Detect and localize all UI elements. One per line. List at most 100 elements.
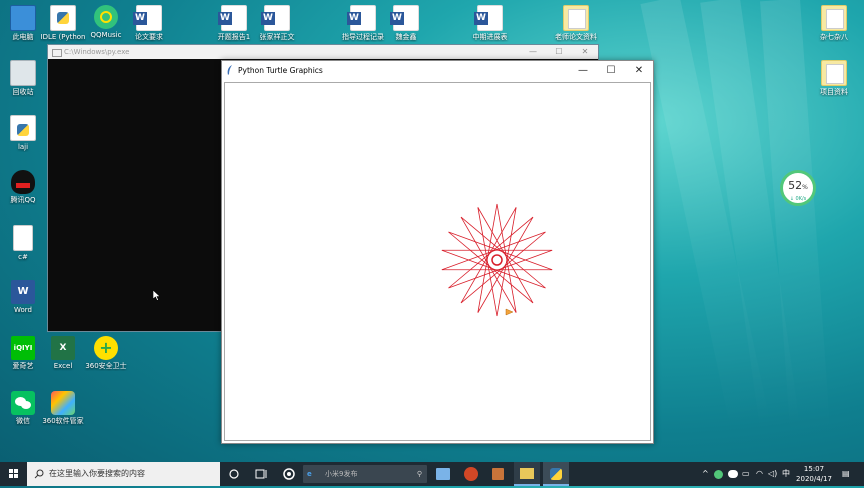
desktop-icon-zhongqi[interactable]: 中期进展表	[467, 5, 513, 42]
network-percent-unit: %	[802, 184, 808, 191]
desktop-icon-lunwen-yaoqiu[interactable]: 论文要求	[126, 5, 172, 42]
star-stroke	[460, 231, 546, 304]
close-button[interactable]: ✕	[625, 61, 653, 80]
desktop-icon-label: 论文要求	[135, 33, 163, 41]
desktop-icon-laji[interactable]: laji	[0, 115, 46, 152]
folder-doc-icon	[563, 5, 589, 31]
browser-search-box[interactable]: e 小米9发布 ⚲	[303, 465, 427, 483]
360-software-icon	[51, 391, 75, 415]
windows-logo-icon	[9, 469, 18, 478]
desktop-icon-qqmusic[interactable]: QQMusic	[83, 5, 129, 40]
network-speed-widget[interactable]: 52% ↓ 0K/s	[780, 170, 816, 206]
console-app-icon	[52, 49, 62, 57]
folder-doc-icon	[821, 60, 847, 86]
taskbar-app-python[interactable]	[543, 462, 569, 486]
mouse-cursor	[153, 290, 160, 301]
taskbar-app-colorful[interactable]	[279, 462, 299, 486]
iqiyi-icon: iQIYI	[11, 336, 35, 360]
task-view-button[interactable]	[252, 462, 270, 486]
python-file-icon	[10, 115, 36, 141]
python-icon	[550, 468, 562, 480]
taskbar-app-explorer[interactable]	[514, 462, 540, 486]
tray-battery-icon[interactable]: ▭	[742, 462, 750, 486]
desktop-icon-label: laji	[17, 143, 29, 151]
desktop-icon-zhengwen[interactable]: 张家祥正文	[254, 5, 300, 42]
close-button[interactable]: ✕	[572, 45, 598, 59]
tray-wifi-icon[interactable]: ◠	[756, 462, 763, 486]
desktop-icon-label: 中期进展表	[472, 33, 508, 41]
search-placeholder: 在这里输入你要搜索的内容	[49, 469, 145, 478]
desktop-icon-label: 张家祥正文	[259, 33, 295, 41]
tray-ime-indicator[interactable]: 中	[782, 462, 790, 486]
taskbar-app-books[interactable]	[492, 468, 504, 480]
notification-icon[interactable]: ▤	[842, 462, 850, 486]
desktop-icon-recycle-bin[interactable]: 回收站	[0, 60, 46, 97]
cortana-icon	[229, 469, 239, 479]
desktop-icon-weijinxin[interactable]: 魏金鑫	[383, 5, 429, 42]
word-doc-icon	[261, 5, 290, 31]
tray-chevron-icon[interactable]: ^	[702, 462, 709, 486]
tray-volume-icon[interactable]: ◁)	[768, 462, 777, 486]
search-icon	[34, 469, 44, 479]
turtle-cursor-icon	[505, 308, 514, 316]
idle-icon	[50, 5, 76, 31]
turtle-title: Python Turtle Graphics	[238, 66, 323, 75]
maximize-button[interactable]: ☐	[546, 45, 572, 59]
minimize-button[interactable]: —	[520, 45, 546, 59]
feather-icon	[227, 65, 232, 75]
console-titlebar[interactable]: C:\Windows\py.exe — ☐ ✕	[48, 45, 598, 59]
desktop-icon-idle[interactable]: IDLE (Python	[40, 5, 86, 42]
word-doc-icon	[390, 5, 419, 31]
computer-icon	[10, 5, 36, 31]
wechat-icon	[11, 391, 35, 415]
360-safe-icon: +	[94, 336, 118, 360]
start-button[interactable]	[0, 462, 27, 486]
taskbar-app-notes[interactable]	[436, 468, 450, 480]
desktop-icon-360-safe[interactable]: + 360安全卫士	[83, 336, 129, 371]
desktop-icon-xiangmu[interactable]: 项目资料	[811, 60, 857, 97]
desktop-icon-label: 360软件管家	[42, 417, 84, 425]
desktop-icon-label: 老师论文资料	[555, 33, 597, 41]
recycle-bin-icon	[10, 60, 36, 86]
taskbar: 在这里输入你要搜索的内容 e 小米9发布 ⚲ ^ ▭ ◠ ◁) 中 15:07 …	[0, 462, 864, 486]
taskbar-search-box[interactable]: 在这里输入你要搜索的内容	[27, 462, 220, 486]
desktop-icon-label: 回收站	[12, 88, 34, 96]
folder-icon	[520, 468, 534, 479]
desktop-icon-label: 开题报告1	[217, 33, 251, 41]
taskbar-clock[interactable]: 15:07 2020/4/17	[792, 464, 836, 484]
qqmusic-icon	[94, 5, 118, 29]
turtle-graphics-window[interactable]: Python Turtle Graphics — ☐ ✕	[221, 60, 654, 444]
network-percent-value: 52	[788, 179, 803, 192]
desktop-icon-csharp[interactable]: c#	[0, 225, 46, 262]
desktop-icon-laoshi-ziliao[interactable]: 老师论文资料	[553, 5, 599, 42]
word-doc-icon	[347, 5, 376, 31]
maximize-button[interactable]: ☐	[597, 61, 625, 80]
desktop-icon-qq[interactable]: 腾讯QQ	[0, 170, 46, 205]
tray-cloud-icon[interactable]	[728, 470, 738, 478]
desktop-icon-word[interactable]: W Word	[0, 280, 46, 315]
excel-icon: X	[51, 336, 75, 360]
word-doc-icon	[218, 5, 247, 31]
desktop-icon-label: QQMusic	[90, 31, 122, 39]
desktop-icon-label: 项目资料	[820, 88, 848, 96]
desktop-icon-label: 腾讯QQ	[10, 196, 36, 204]
desktop-icon-label: c#	[18, 253, 28, 261]
cortana-button[interactable]	[225, 462, 243, 486]
tray-360-icon[interactable]	[714, 470, 723, 479]
turtle-titlebar[interactable]: Python Turtle Graphics — ☐ ✕	[222, 61, 653, 80]
turtle-canvas[interactable]	[224, 82, 651, 441]
network-percent: 52%	[783, 178, 813, 196]
desktop-icon-excel[interactable]: X Excel	[40, 336, 86, 371]
desktop-icon-360-software[interactable]: 360软件管家	[40, 391, 86, 426]
star-stroke	[448, 231, 534, 304]
taskbar-app-powerpoint[interactable]	[464, 467, 478, 481]
desktop-icon-label: 360安全卫士	[85, 362, 127, 370]
minimize-button[interactable]: —	[569, 61, 597, 80]
desktop-icon-label: IDLE (Python	[40, 33, 86, 41]
turtle-drawing	[441, 203, 553, 317]
browser-search-placeholder: 小米9发布	[325, 470, 358, 478]
task-view-icon	[255, 469, 267, 479]
desktop-icon-kaiti-baogao[interactable]: 开题报告1	[211, 5, 257, 42]
desktop-icon-zhidao-jilu[interactable]: 指导过程记录	[340, 5, 386, 42]
desktop-icon-zaqi[interactable]: 杂七杂八	[811, 5, 857, 42]
